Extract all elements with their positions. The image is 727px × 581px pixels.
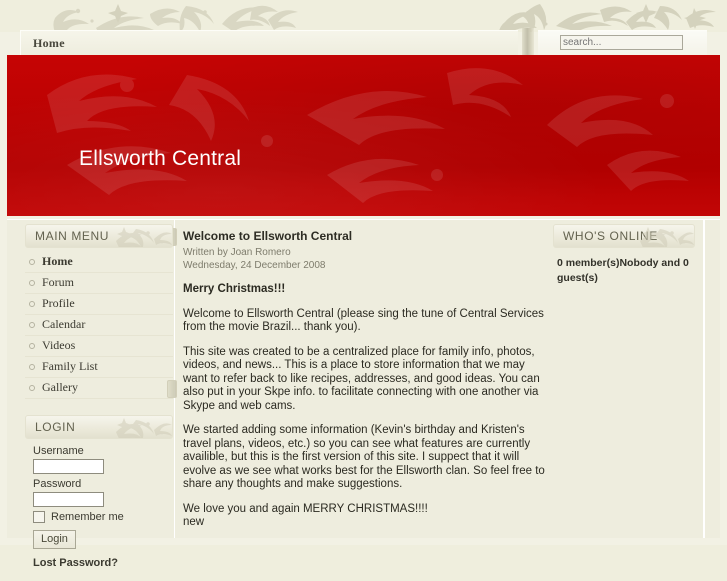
username-input[interactable] (33, 459, 104, 474)
main-content: Welcome to Ellsworth Central Written by … (177, 224, 551, 541)
menu-link-forum[interactable]: Forum (25, 273, 173, 294)
main-menu-list: Home Forum Profile Calendar Videos Famil… (25, 252, 173, 399)
search-bar (538, 30, 707, 55)
module-header-floral-icon (116, 418, 172, 438)
site-banner: Ellsworth Central (7, 55, 720, 216)
menu-link-calendar[interactable]: Calendar (25, 315, 173, 336)
module-header-floral-icon (640, 227, 694, 247)
article-date: Wednesday, 24 December 2008 (183, 260, 326, 271)
module-header-whos-online: WHO'S ONLINE (553, 224, 695, 248)
menu-item-home[interactable]: Home (33, 36, 65, 51)
menu-link-family-list[interactable]: Family List (25, 357, 173, 378)
menubar-search-divider (522, 28, 534, 56)
module-login: LOGIN Username Password Remember me Logi… (25, 415, 173, 569)
bullet-icon (29, 322, 35, 328)
whos-online-status: 0 member(s)Nobody and 0 guest(s) (557, 257, 689, 284)
bullet-icon (29, 259, 35, 265)
article-paragraph: This site was created to be a centralize… (183, 345, 540, 412)
article-title: Welcome to Ellsworth Central (183, 229, 353, 243)
menu-link-gallery[interactable]: Gallery (25, 378, 173, 399)
menu-link-label: Videos (42, 338, 76, 352)
left-column-divider (174, 220, 175, 538)
article-paragraph: Welcome to Ellsworth Central (please sin… (183, 307, 544, 334)
remember-me-row: Remember me (33, 511, 173, 523)
module-title-main-menu: MAIN MENU (35, 229, 110, 243)
bullet-icon (29, 280, 35, 286)
menu-link-label: Profile (42, 296, 75, 310)
menu-link-profile[interactable]: Profile (25, 294, 173, 315)
username-label: Username (33, 445, 84, 457)
sidebar-left: MAIN MENU Home Forum Profile Calendar Vi… (25, 224, 173, 581)
article-body: Merry Christmas!!! Welcome to Ellsworth … (183, 283, 545, 530)
module-header-floral-icon (116, 227, 172, 247)
floral-ornament-icon (53, 4, 716, 32)
banner-title: Ellsworth Central (79, 147, 242, 170)
article-paragraph: We started adding some information (Kevi… (183, 424, 545, 490)
menu-link-label: Forum (42, 275, 75, 289)
module-title-login: LOGIN (35, 420, 76, 434)
bullet-icon (29, 343, 35, 349)
login-form: Username Password Remember me Login Lost… (25, 445, 173, 569)
remember-me-label: Remember me (51, 511, 124, 523)
password-label: Password (33, 478, 82, 490)
article-author: Written by Joan Romero (183, 247, 291, 258)
lost-password-link[interactable]: Lost Password? (33, 557, 173, 569)
menu-link-label: Family List (42, 359, 98, 373)
top-menu-bar-surface (21, 31, 518, 55)
bullet-icon (29, 301, 35, 307)
login-button[interactable]: Login (33, 530, 76, 549)
menu-link-label: Calendar (42, 317, 86, 331)
right-column-divider (703, 220, 705, 538)
module-header-login: LOGIN (25, 415, 173, 439)
content-frame: MAIN MENU Home Forum Profile Calendar Vi… (7, 219, 720, 569)
module-main-menu: MAIN MENU Home Forum Profile Calendar Vi… (25, 224, 173, 399)
top-decoration-band (0, 0, 727, 32)
menu-link-home[interactable]: Home (25, 252, 173, 273)
article-paragraph: Merry Christmas!!! (183, 283, 286, 295)
password-input[interactable] (33, 492, 104, 507)
banner-floral-pattern-icon (47, 68, 689, 203)
module-header-main-menu: MAIN MENU (25, 224, 173, 248)
sidebar-right: WHO'S ONLINE 0 member(s)Nobody and 0 gue… (553, 224, 695, 298)
menu-link-label: Gallery (42, 380, 78, 394)
bullet-icon (29, 364, 35, 370)
header-row: Home (20, 28, 707, 56)
article-paragraph: new (183, 516, 205, 528)
bullet-icon (29, 385, 35, 391)
search-input[interactable] (560, 35, 683, 50)
menu-link-label: Home (42, 254, 73, 268)
article-paragraph: We love you and again MERRY CHRISTMAS!!!… (183, 502, 428, 515)
module-whos-online: WHO'S ONLINE 0 member(s)Nobody and 0 gue… (553, 224, 695, 286)
menu-link-videos[interactable]: Videos (25, 336, 173, 357)
page-root: Home Ellsworth Central (0, 0, 727, 569)
top-menu-bar: Home (20, 30, 518, 55)
remember-me-checkbox[interactable] (33, 511, 45, 523)
